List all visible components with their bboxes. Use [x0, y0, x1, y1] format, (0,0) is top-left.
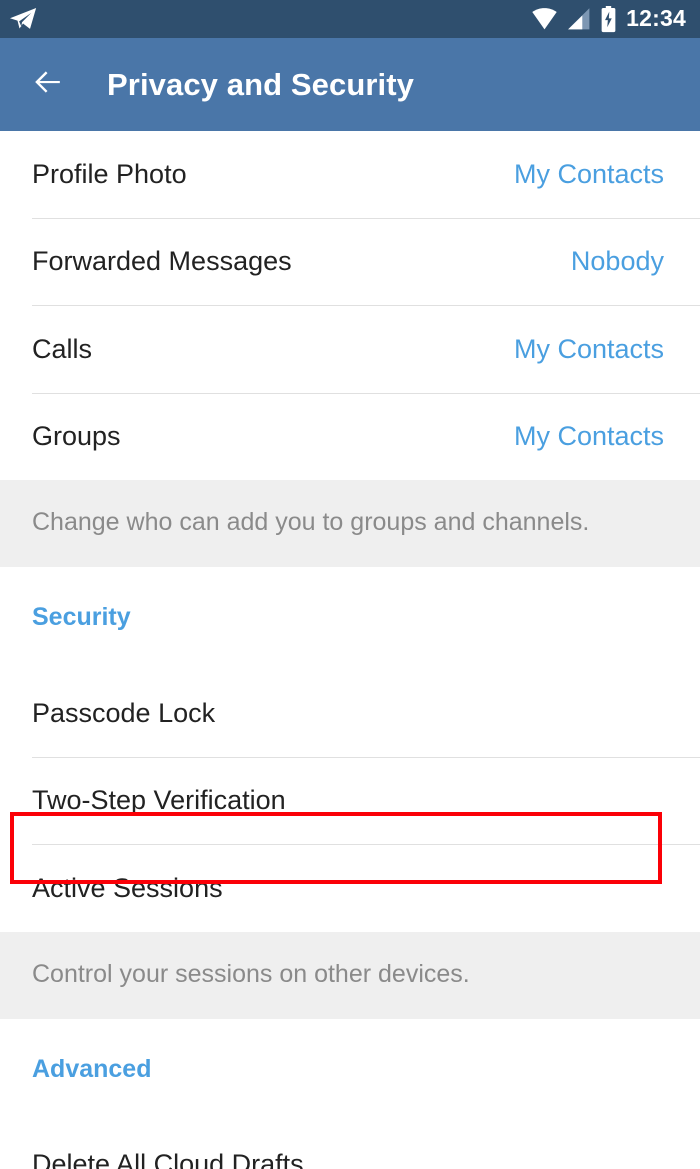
- setting-row-groups[interactable]: Groups My Contacts: [0, 393, 700, 480]
- row-label: Two-Step Verification: [32, 785, 286, 816]
- phone-screen: 12:34 Privacy and Security Profile Photo…: [0, 0, 700, 1169]
- wifi-icon: [531, 7, 558, 31]
- back-arrow-icon: [29, 64, 66, 106]
- section-spacer: [0, 1081, 700, 1122]
- setting-row-profile-photo[interactable]: Profile Photo My Contacts: [0, 131, 700, 218]
- section-header-advanced: Advanced: [32, 1054, 152, 1083]
- setting-row-two-step-verification[interactable]: Two-Step Verification: [0, 757, 700, 844]
- cellular-signal-icon: [567, 7, 591, 31]
- row-label: Passcode Lock: [32, 697, 216, 728]
- setting-row-active-sessions[interactable]: Active Sessions: [0, 845, 700, 932]
- setting-row-forwarded-messages[interactable]: Forwarded Messages Nobody: [0, 218, 700, 305]
- row-label: Profile Photo: [32, 158, 187, 189]
- row-label: Active Sessions: [32, 872, 223, 903]
- status-bar-notifications: [8, 4, 38, 34]
- security-section-note: Control your sessions on other devices.: [0, 931, 700, 1019]
- row-label: Calls: [32, 333, 93, 364]
- settings-list: Profile Photo My Contacts Forwarded Mess…: [0, 131, 700, 1169]
- status-bar: 12:34: [0, 0, 700, 38]
- setting-row-delete-all-cloud-drafts[interactable]: Delete All Cloud Drafts: [0, 1121, 700, 1169]
- setting-row-calls[interactable]: Calls My Contacts: [0, 306, 700, 393]
- status-bar-indicators: 12:34: [531, 5, 686, 33]
- row-value: My Contacts: [513, 421, 664, 452]
- row-value: My Contacts: [513, 333, 664, 364]
- setting-row-passcode-lock[interactable]: Passcode Lock: [0, 670, 700, 757]
- battery-charging-icon: [600, 5, 617, 33]
- privacy-section-note: Change who can add you to groups and cha…: [0, 480, 700, 567]
- row-label: Forwarded Messages: [32, 246, 292, 277]
- row-label: Delete All Cloud Drafts: [32, 1149, 304, 1169]
- row-value: Nobody: [570, 246, 664, 277]
- section-header-security: Security: [32, 603, 131, 631]
- status-bar-clock: 12:34: [626, 5, 686, 31]
- section-spacer: [0, 630, 700, 670]
- page-title: Privacy and Security: [107, 66, 414, 102]
- back-button[interactable]: [26, 64, 68, 106]
- row-value: My Contacts: [513, 158, 664, 189]
- row-label: Groups: [32, 421, 121, 452]
- telegram-plane-icon: [8, 4, 38, 34]
- app-bar: Privacy and Security: [0, 38, 700, 131]
